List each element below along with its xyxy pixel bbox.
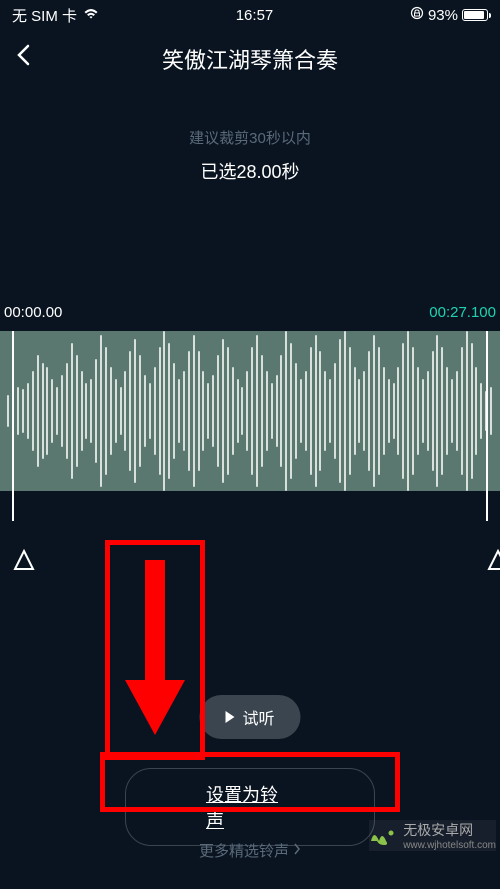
trim-hint: 建议裁剪30秒以内: [0, 127, 500, 148]
play-icon: [225, 711, 234, 723]
time-start: 00:00.00: [4, 304, 62, 321]
watermark: 无极安卓网 www.wjhotelsoft.com: [369, 820, 496, 851]
status-bar: 无 SIM 卡 16:57 93%: [0, 0, 500, 30]
waveform[interactable]: [0, 331, 500, 491]
battery-pct: 93%: [428, 7, 458, 24]
wifi-icon: [83, 7, 99, 24]
preview-button[interactable]: 试听: [199, 695, 300, 739]
selected-duration: 已选28.00秒: [0, 158, 500, 184]
header: 笑傲江湖琴箫合奏: [0, 30, 500, 87]
set-ringtone-label: 设置为铃声: [206, 785, 278, 831]
back-button[interactable]: [16, 44, 40, 73]
battery-icon: [462, 9, 488, 21]
more-label: 更多精选铃声: [199, 840, 289, 861]
time-labels: 00:00.00 00:27.100: [0, 304, 500, 321]
lock-rotation-icon: [410, 6, 424, 24]
clock-text: 16:57: [236, 7, 274, 24]
preview-label: 试听: [242, 705, 274, 729]
watermark-logo-icon: [369, 823, 399, 849]
annotation-arrow: [125, 560, 185, 740]
page-title: 笑傲江湖琴箫合奏: [162, 43, 338, 75]
more-ringtones-link[interactable]: 更多精选铃声: [199, 840, 301, 861]
watermark-url: www.wjhotelsoft.com: [403, 840, 496, 851]
annotation-box-top: [105, 540, 205, 760]
waveform-container[interactable]: [0, 331, 500, 491]
time-end: 00:27.100: [429, 304, 496, 321]
carrier-text: 无 SIM 卡: [12, 5, 77, 26]
watermark-brand: 无极安卓网: [403, 820, 496, 840]
trim-handle-left[interactable]: [12, 331, 14, 521]
set-ringtone-button[interactable]: 设置为铃声: [125, 768, 375, 846]
chevron-right-icon: [293, 842, 301, 859]
trim-handle-right[interactable]: [486, 331, 488, 521]
